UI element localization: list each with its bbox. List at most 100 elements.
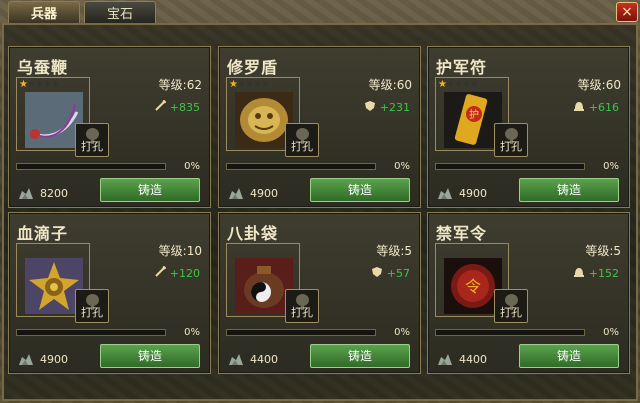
ore-icon xyxy=(19,188,33,199)
item-name: 血滴子 xyxy=(17,224,69,243)
star-icon: ★ xyxy=(34,79,44,90)
forge-cost: 4900 xyxy=(18,352,68,366)
helmet-icon xyxy=(573,266,585,281)
punch-hole-button[interactable]: 打孔 xyxy=(285,289,319,323)
item-level: 等级:5 xyxy=(585,244,621,258)
stat-bonus: +57 xyxy=(371,266,410,281)
forge-progress-percent: 0% xyxy=(394,327,410,338)
star-icon: ★ xyxy=(461,79,471,90)
item-level: 等级:62 xyxy=(158,78,202,92)
punch-hole-label: 打孔 xyxy=(81,306,103,319)
stat-bonus: +231 xyxy=(364,100,410,115)
equipment-card: 乌蚕鞭 ★★★★★ 等级:62 +835 打孔 0% 8200 铸造 xyxy=(8,46,211,208)
ore-icon xyxy=(19,354,33,365)
forge-cost-value: 4900 xyxy=(459,186,487,200)
punch-hole-button[interactable]: 打孔 xyxy=(285,123,319,157)
star-icon: ★ xyxy=(260,79,270,90)
ore-icon xyxy=(438,188,452,199)
forge-cost: 8200 xyxy=(18,186,68,200)
equipment-card: 禁军令 令 等级:5 +152 打孔 0% 4400 铸造 xyxy=(427,212,630,374)
forge-cost-value: 8200 xyxy=(40,186,68,200)
forge-button[interactable]: 铸造 xyxy=(519,344,619,368)
forge-cost-value: 4900 xyxy=(40,352,68,366)
equipment-card: 修罗盾 ★★★★★ 等级:60 +231 打孔 0% 4900 铸造 xyxy=(218,46,421,208)
forge-progress-bar xyxy=(435,329,585,336)
star-icon: ★ xyxy=(252,79,262,90)
forge-cost: 4400 xyxy=(437,352,487,366)
punch-hole-label: 打孔 xyxy=(500,306,522,319)
item-name: 禁军令 xyxy=(436,224,488,243)
forge-cost-value: 4900 xyxy=(250,186,278,200)
shield-icon xyxy=(364,100,376,115)
star-icon: ★ xyxy=(469,79,479,90)
sword-icon xyxy=(154,100,166,115)
forge-cost: 4900 xyxy=(437,186,487,200)
punch-hole-label: 打孔 xyxy=(291,140,313,153)
ore-icon xyxy=(229,354,243,365)
forge-progress-bar xyxy=(226,329,376,336)
forge-progress-bar xyxy=(16,163,166,170)
star-rating: ★★★★★ xyxy=(438,79,479,90)
tab-weapons[interactable]: 兵器 xyxy=(8,1,80,23)
item-name: 八卦袋 xyxy=(227,224,279,243)
forge-cost: 4400 xyxy=(228,352,278,366)
star-icon: ★ xyxy=(438,79,447,90)
star-icon: ★ xyxy=(42,79,52,90)
forge-progress-percent: 0% xyxy=(184,327,200,338)
ore-icon xyxy=(229,188,243,199)
item-level: 等级:60 xyxy=(577,78,621,92)
punch-hole-button[interactable]: 打孔 xyxy=(494,123,528,157)
item-level: 等级:10 xyxy=(158,244,202,258)
item-name: 护军符 xyxy=(436,58,488,77)
helmet-icon xyxy=(573,100,585,115)
stat-bonus-value: +152 xyxy=(588,267,619,280)
item-name: 乌蚕鞭 xyxy=(17,58,69,77)
star-icon: ★ xyxy=(229,79,238,90)
punch-hole-button[interactable]: 打孔 xyxy=(494,289,528,323)
punch-hole-label: 打孔 xyxy=(81,140,103,153)
svg-text:令: 令 xyxy=(465,277,481,296)
forge-progress-bar xyxy=(16,329,166,336)
item-name: 修罗盾 xyxy=(227,58,279,77)
svg-text:护: 护 xyxy=(469,108,479,121)
punch-hole-label: 打孔 xyxy=(500,140,522,153)
forge-progress-percent: 0% xyxy=(603,327,619,338)
stat-bonus: +616 xyxy=(573,100,619,115)
star-icon: ★ xyxy=(453,79,463,90)
equipment-card: 八卦袋 等级:5 +57 打孔 0% 4400 铸造 xyxy=(218,212,421,374)
forge-cost-value: 4400 xyxy=(250,352,278,366)
forge-cost-value: 4400 xyxy=(459,352,487,366)
stat-bonus: +152 xyxy=(573,266,619,281)
sword-icon xyxy=(154,266,166,281)
punch-hole-button[interactable]: 打孔 xyxy=(75,289,109,323)
star-icon: ★ xyxy=(236,79,246,90)
star-icon: ★ xyxy=(50,79,60,90)
stat-bonus-value: +57 xyxy=(386,267,410,280)
tab-bar: 兵器 宝石 xyxy=(0,0,156,24)
close-button[interactable]: × xyxy=(616,2,638,22)
star-icon: ★ xyxy=(26,79,36,90)
stat-bonus: +835 xyxy=(154,100,200,115)
forge-progress-percent: 0% xyxy=(184,161,200,172)
forge-button[interactable]: 铸造 xyxy=(100,178,200,202)
tab-gems[interactable]: 宝石 xyxy=(84,1,156,23)
forge-button[interactable]: 铸造 xyxy=(310,178,410,202)
forge-button[interactable]: 铸造 xyxy=(310,344,410,368)
equipment-card: 护军符 护 ★★★★★ 等级:60 +616 打孔 0% 4900 铸造 xyxy=(427,46,630,208)
forge-button[interactable]: 铸造 xyxy=(100,344,200,368)
forge-progress-bar xyxy=(226,163,376,170)
shield-icon xyxy=(371,266,383,281)
stat-bonus-value: +231 xyxy=(379,101,410,114)
equipment-card: 血滴子 等级:10 +120 打孔 0% 4900 铸造 xyxy=(8,212,211,374)
star-rating: ★★★★★ xyxy=(19,79,60,90)
punch-hole-button[interactable]: 打孔 xyxy=(75,123,109,157)
item-level: 等级:5 xyxy=(376,244,412,258)
forge-button[interactable]: 铸造 xyxy=(519,178,619,202)
stat-bonus-value: +835 xyxy=(169,101,200,114)
stat-bonus-value: +120 xyxy=(169,267,200,280)
item-level: 等级:60 xyxy=(368,78,412,92)
stat-bonus: +120 xyxy=(154,266,200,281)
forge-progress-percent: 0% xyxy=(394,161,410,172)
star-icon: ★ xyxy=(19,79,28,90)
star-icon: ★ xyxy=(244,79,254,90)
